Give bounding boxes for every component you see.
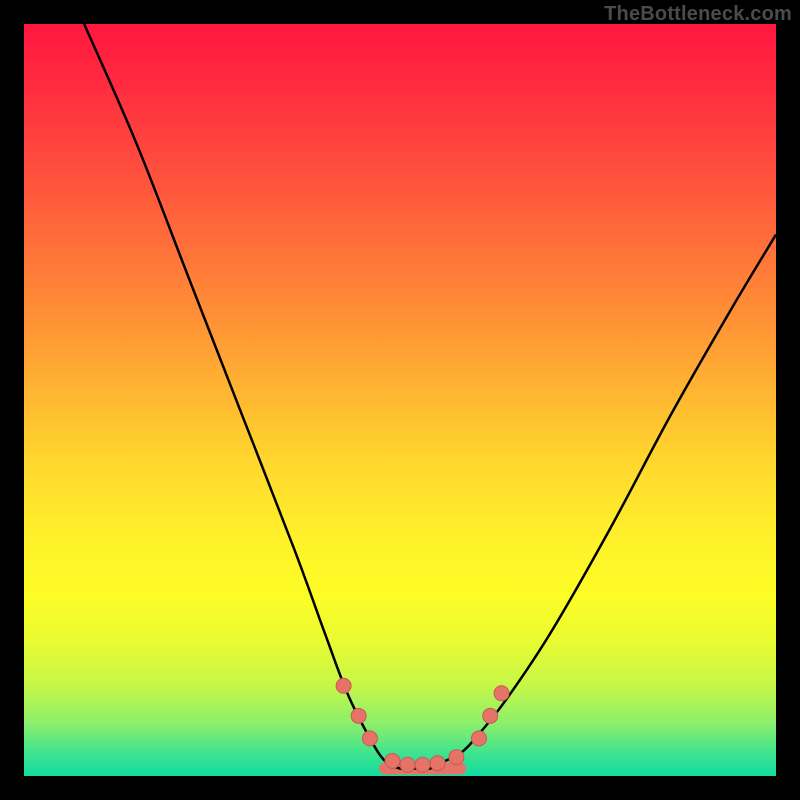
data-marker: [449, 750, 464, 765]
data-marker: [362, 731, 377, 746]
data-marker: [336, 678, 351, 693]
watermark-text: TheBottleneck.com: [604, 3, 792, 26]
data-marker: [351, 708, 366, 723]
data-marker: [471, 731, 486, 746]
data-marker: [483, 708, 498, 723]
data-marker: [494, 686, 509, 701]
data-marker: [415, 757, 430, 772]
chart-frame: TheBottleneck.com: [0, 0, 800, 800]
data-marker: [400, 757, 415, 772]
plot-area: [24, 24, 776, 776]
data-marker: [430, 756, 445, 771]
bottleneck-curve: [24, 24, 776, 776]
bottleneck-line: [84, 24, 776, 769]
data-marker: [385, 753, 400, 768]
